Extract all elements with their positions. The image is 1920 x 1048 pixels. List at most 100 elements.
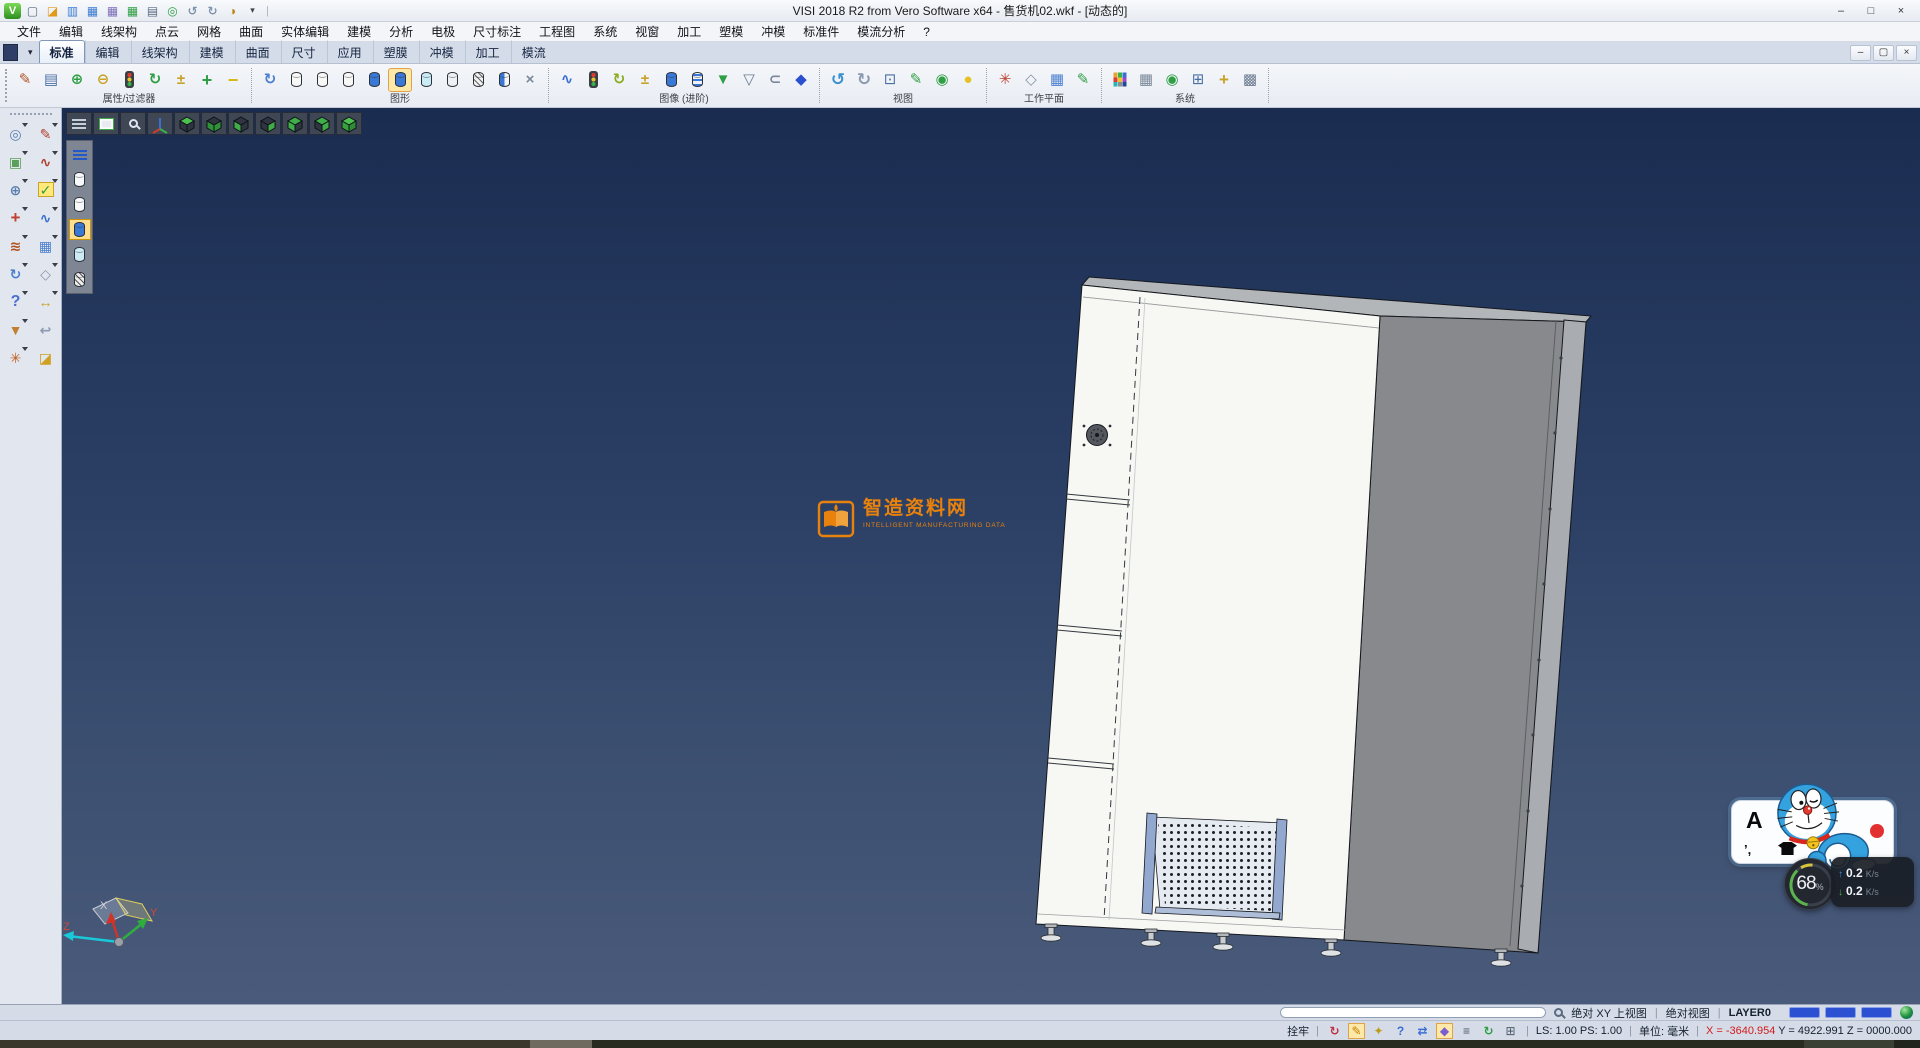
export-arrows-icon[interactable]: ⇄ (1414, 1023, 1431, 1039)
save-all-icon[interactable]: ▦ (124, 3, 141, 19)
query-help-icon[interactable]: ? (1392, 1023, 1409, 1039)
3d-viewport[interactable]: 智造资料网 INTELLIGENT MANUFACTURING DATA X Y… (62, 108, 1920, 1004)
menu-item[interactable]: 线架构 (92, 23, 146, 40)
menu-item[interactable]: 工程图 (530, 23, 584, 40)
edit-active-icon[interactable]: ✎ (1348, 1023, 1365, 1039)
ribbon-tab[interactable]: 建模 (189, 40, 235, 63)
ribbon-tab[interactable]: 塑膜 (373, 40, 419, 63)
mdi-minimize-button[interactable]: – (1850, 45, 1871, 61)
print-icon[interactable]: ▤ (144, 3, 161, 19)
regen-icon[interactable]: ↻ (3, 262, 29, 285)
ribbon-tab[interactable]: 曲面 (235, 40, 281, 63)
dashed-hidden-display-icon[interactable] (336, 68, 360, 92)
sketch-delete-icon[interactable]: ✎ (33, 122, 59, 145)
attach-clip-icon[interactable]: ⊂ (763, 68, 787, 92)
grid-toggle-icon[interactable]: ⊞ (1502, 1023, 1519, 1039)
ribbon-tab[interactable]: 冲模 (419, 40, 465, 63)
rotate-view-icon[interactable]: ↺ (826, 68, 850, 92)
window-settings-icon[interactable]: ⊞ (1186, 68, 1210, 92)
performance-gauge[interactable]: 68 % (1784, 858, 1836, 910)
menu-item[interactable]: 视窗 (626, 23, 668, 40)
shaded-display-icon[interactable] (362, 68, 386, 92)
transparent-display-icon[interactable] (414, 68, 438, 92)
cube-display-icon[interactable]: ◇ (33, 262, 59, 285)
advanced-filter-icon[interactable] (581, 68, 605, 92)
plane-bounds-icon[interactable]: ▣ (3, 150, 29, 173)
workplane-compass-icon[interactable]: ✳ (993, 68, 1017, 92)
sidebar-grip[interactable] (10, 113, 52, 115)
zoom-select-icon[interactable]: ◎ (3, 122, 29, 145)
macro-grid-icon[interactable]: ▩ (1238, 68, 1262, 92)
view-indicator[interactable]: 绝对 XY 上视图 (1571, 1005, 1647, 1021)
wireframe-display-icon[interactable] (284, 68, 308, 92)
filter-document-icon[interactable]: ▤ (39, 68, 63, 92)
sketch-curve-icon[interactable]: ∿ (33, 150, 59, 173)
help-query-icon[interactable]: ? (3, 290, 29, 313)
delete-trash-icon[interactable]: ▼ (3, 318, 29, 341)
undo-icon[interactable]: ↺ (184, 3, 201, 19)
save-icon[interactable]: ▦ (84, 3, 101, 19)
vending-machine-model[interactable] (1036, 277, 1591, 966)
mdi-restore-button[interactable]: ▢ (1873, 45, 1894, 61)
pan-view-icon[interactable]: ↻ (852, 68, 876, 92)
point-select-icon[interactable]: + (1212, 68, 1236, 92)
redraw-icon[interactable]: ↻ (258, 68, 282, 92)
ribbon-tab[interactable]: 标准 (39, 40, 85, 63)
move-origin-icon[interactable]: + (3, 206, 29, 229)
menu-item[interactable]: 编辑 (50, 23, 92, 40)
remove-visible-icon[interactable]: ⊖ (91, 68, 115, 92)
menu-item[interactable]: 分析 (380, 23, 422, 40)
redo-icon[interactable]: ↻ (204, 3, 221, 19)
save-as-icon[interactable]: ▦ (104, 3, 121, 19)
menu-item[interactable]: 加工 (668, 23, 710, 40)
grid-plane-icon[interactable]: ▦ (33, 234, 59, 257)
menu-item[interactable]: 模流分析 (848, 23, 914, 40)
render-ball-icon[interactable]: ● (956, 68, 980, 92)
qat-more-icon[interactable]: ▾ (244, 3, 261, 19)
show-all-icon[interactable]: + (195, 68, 219, 92)
minimize-button[interactable]: – (1826, 2, 1856, 20)
toggle-visibility-icon[interactable]: ± (169, 68, 193, 92)
active-cube-icon[interactable]: ◆ (1436, 1023, 1453, 1039)
snap-lock-toggle[interactable]: 拴牢 (1287, 1023, 1309, 1039)
menu-item[interactable]: 网格 (188, 23, 230, 40)
menu-item[interactable]: 电极 (422, 23, 464, 40)
menu-item[interactable]: ? (914, 25, 939, 39)
import-file-icon[interactable]: ▥ (64, 3, 81, 19)
spline-edit-icon[interactable]: ∿ (33, 206, 59, 229)
tab-overflow-caret-icon[interactable]: ▾ (22, 47, 39, 58)
zoom-scale-icon[interactable]: ⊕ (3, 178, 29, 201)
hatched-display-icon[interactable] (466, 68, 490, 92)
zoom-window-plane-icon[interactable]: ⊡ (878, 68, 902, 92)
ribbon-tab[interactable]: 线架构 (131, 40, 189, 63)
status-globe-icon[interactable] (1900, 1006, 1913, 1019)
eye-view-icon[interactable]: ◉ (930, 68, 954, 92)
shaded-edges-display-icon[interactable] (388, 68, 412, 92)
close-button[interactable]: × (1886, 2, 1916, 20)
layers-palette-icon[interactable]: ≋ (3, 234, 29, 257)
active-layer-indicator[interactable]: LAYER0 (1729, 1007, 1771, 1019)
attributes-icon[interactable]: ✎ (13, 68, 37, 92)
striped-column-icon[interactable] (685, 68, 709, 92)
workplane-edit-icon[interactable]: ✎ (1071, 68, 1095, 92)
menu-item[interactable]: 建模 (338, 23, 380, 40)
layer-color-bar[interactable] (1825, 1007, 1856, 1018)
snap-settings-icon[interactable]: ↻ (1326, 1023, 1343, 1039)
network-speed-panel[interactable]: ↑ 0.2 K/s ↓ 0.2 K/s (1831, 857, 1914, 907)
ribbon-tab[interactable]: 加工 (465, 40, 511, 63)
ribbon-tab[interactable]: 模流 (511, 40, 557, 63)
menu-item[interactable]: 曲面 (230, 23, 272, 40)
menu-item[interactable]: 文件 (8, 23, 50, 40)
funnel-view-icon[interactable]: ▽ (737, 68, 761, 92)
selection-filter-icon[interactable] (117, 68, 141, 92)
advanced-toggle-icon[interactable]: ± (633, 68, 657, 92)
mdi-close-button[interactable]: × (1896, 45, 1917, 61)
menu-item[interactable]: 冲模 (752, 23, 794, 40)
view-mode-indicator[interactable]: 绝对视图 (1666, 1005, 1710, 1021)
toolbar-grip[interactable] (5, 69, 7, 102)
sketch-view-icon[interactable]: ✎ (904, 68, 928, 92)
advanced-graphics-icon[interactable]: ∿ (555, 68, 579, 92)
undo-sidebar-icon[interactable]: ↩ (33, 318, 59, 341)
system-settings-icon[interactable]: ◉ (1160, 68, 1184, 92)
hide-all-icon[interactable]: − (221, 68, 245, 92)
